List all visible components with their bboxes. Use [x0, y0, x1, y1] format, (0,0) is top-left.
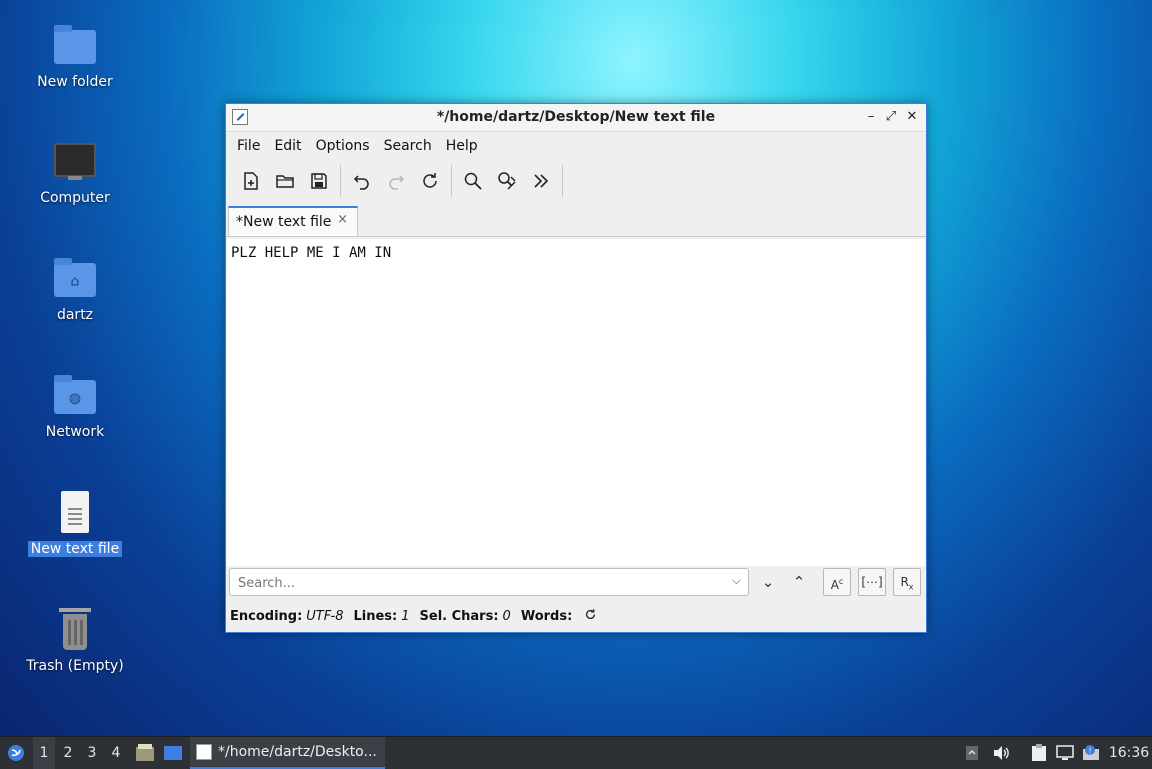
- workspace-4[interactable]: 4: [105, 737, 127, 769]
- toolbar: [226, 160, 926, 202]
- tab-label: *New text file: [236, 214, 332, 230]
- text-editor-app-icon: [196, 744, 212, 760]
- regex-icon[interactable]: Rx: [893, 568, 921, 596]
- svg-text:!: !: [1089, 747, 1092, 756]
- new-file-icon[interactable]: [234, 164, 268, 198]
- tab-new-text-file[interactable]: *New text file ×: [228, 206, 358, 236]
- desktop-icon-new-text-file[interactable]: New text file: [20, 489, 130, 557]
- file-manager-icon[interactable]: [133, 737, 157, 769]
- menu-options[interactable]: Options: [309, 138, 377, 154]
- find-icon[interactable]: [456, 164, 490, 198]
- desktop-icon-label: Trash (Empty): [26, 658, 124, 674]
- encoding-value: UTF-8: [306, 608, 344, 624]
- menu-search[interactable]: Search: [377, 138, 439, 154]
- desktop-icon-label: dartz: [56, 307, 94, 323]
- update-notifier-icon[interactable]: !: [1080, 737, 1102, 769]
- menu-help[interactable]: Help: [439, 138, 485, 154]
- menu-edit[interactable]: Edit: [267, 138, 308, 154]
- title-bar[interactable]: */home/dartz/Desktop/New text file – ⤢ ✕: [226, 104, 926, 132]
- volume-icon[interactable]: [990, 737, 1012, 769]
- tab-bar: *New text file ×: [226, 202, 926, 237]
- text-editor-area[interactable]: PLZ HELP ME I AM IN: [227, 239, 925, 566]
- workspace-3[interactable]: 3: [81, 737, 103, 769]
- lines-value: 1: [401, 608, 410, 624]
- whole-word-icon[interactable]: [⋯]: [858, 568, 886, 596]
- open-folder-icon[interactable]: [268, 164, 302, 198]
- app-menu-icon[interactable]: [0, 737, 32, 769]
- search-bar: ⌵ ⌄ ⌃ Ac [⋯] Rx: [226, 567, 926, 601]
- desktop-icon-home[interactable]: ⌂ dartz: [20, 255, 130, 323]
- window-title: */home/dartz/Desktop/New text file: [436, 109, 716, 125]
- undo-icon[interactable]: [345, 164, 379, 198]
- toolbar-separator: [340, 165, 341, 197]
- minimize-button[interactable]: –: [862, 107, 880, 127]
- match-case-icon[interactable]: Ac: [823, 568, 851, 596]
- trash-icon: [52, 606, 98, 652]
- lines-label: Lines:: [353, 608, 398, 624]
- desktop-icon-label: New folder: [37, 74, 113, 90]
- desktop-icon-label: New text file: [27, 541, 123, 557]
- home-folder-icon: ⌂: [52, 255, 98, 301]
- status-bar: Encoding: UTF-8 Lines: 1 Sel. Chars: 0 W…: [230, 606, 597, 626]
- sel-chars-value: 0: [502, 608, 511, 624]
- taskbar-window-button[interactable]: */home/dartz/Deskto...: [190, 737, 385, 769]
- desktop-icon-label: Network: [45, 424, 105, 440]
- folder-icon: [52, 22, 98, 68]
- find-replace-icon[interactable]: [490, 164, 524, 198]
- show-desktop-icon[interactable]: [161, 737, 185, 769]
- clipboard-icon[interactable]: [1028, 737, 1050, 769]
- taskbar-window-title: */home/dartz/Deskto...: [218, 744, 377, 760]
- desktop-icon-trash[interactable]: Trash (Empty): [20, 606, 130, 674]
- chevron-down-icon[interactable]: ⌵: [732, 573, 741, 588]
- text-editor-window: */home/dartz/Desktop/New text file – ⤢ ✕…: [225, 103, 927, 633]
- desktop-icon-computer[interactable]: Computer: [20, 138, 130, 206]
- taskbar: 1 2 3 4 */home/dartz/Deskto... ! 16:36: [0, 736, 1152, 769]
- more-chevron-icon[interactable]: [524, 164, 558, 198]
- network-folder-icon: ◍: [52, 372, 98, 418]
- close-button[interactable]: ✕: [903, 107, 921, 127]
- network-monitor-icon[interactable]: [1054, 737, 1076, 769]
- save-icon[interactable]: [302, 164, 336, 198]
- sel-chars-label: Sel. Chars:: [419, 608, 499, 624]
- text-file-icon: [52, 489, 98, 535]
- search-combobox[interactable]: ⌵: [229, 568, 749, 596]
- toolbar-separator: [451, 165, 452, 197]
- reload-icon[interactable]: [413, 164, 447, 198]
- computer-icon: [52, 138, 98, 184]
- encoding-label: Encoding:: [230, 608, 303, 624]
- clock[interactable]: 16:36: [1106, 737, 1152, 769]
- words-label: Words:: [520, 608, 573, 624]
- maximize-button[interactable]: ⤢: [882, 107, 900, 127]
- refresh-word-count-icon[interactable]: [584, 608, 597, 625]
- menu-bar: File Edit Options Search Help: [226, 132, 926, 160]
- desktop-icon-label: Computer: [40, 190, 110, 206]
- search-input[interactable]: [236, 572, 720, 594]
- menu-file[interactable]: File: [230, 138, 267, 154]
- toolbar-separator: [562, 165, 563, 197]
- workspace-2[interactable]: 2: [57, 737, 79, 769]
- editor-text: PLZ HELP ME I AM IN: [231, 245, 392, 261]
- redo-icon[interactable]: [379, 164, 413, 198]
- tab-close-icon[interactable]: ×: [337, 212, 348, 227]
- desktop-icon-network[interactable]: ◍ Network: [20, 372, 130, 440]
- desktop-icon-new-folder[interactable]: New folder: [20, 22, 130, 90]
- workspace-1[interactable]: 1: [33, 737, 55, 769]
- find-previous-icon[interactable]: ⌃: [787, 570, 811, 594]
- find-next-icon[interactable]: ⌄: [756, 570, 780, 594]
- tray-expand-icon[interactable]: [962, 737, 982, 769]
